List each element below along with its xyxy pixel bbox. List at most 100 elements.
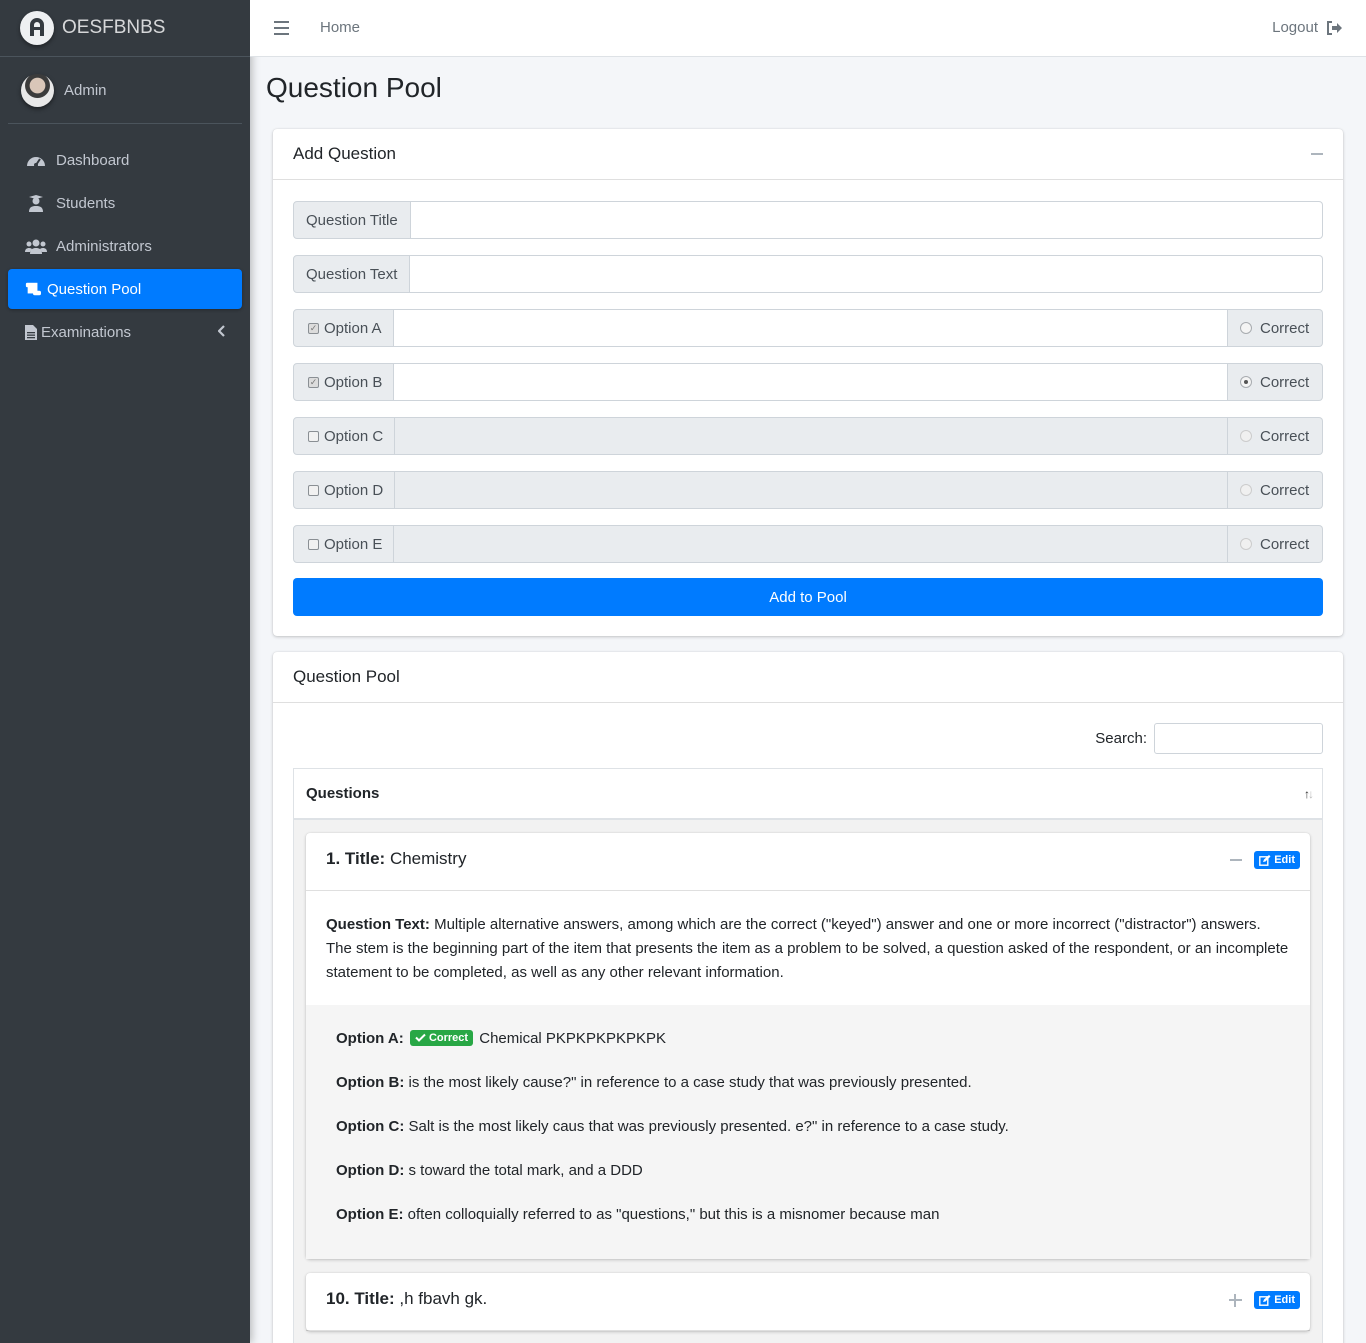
option-b-input[interactable] [394, 363, 1228, 401]
option-text: Salt is the most likely caus that was pr… [408, 1118, 1009, 1135]
option-c-prefix: Option C [293, 417, 396, 455]
option-e-group: Option E Correct [293, 525, 1323, 563]
option-label: Option A: [336, 1030, 404, 1047]
option-text: often colloquially referred to as "quest… [407, 1206, 940, 1223]
correct-label: Correct [1260, 535, 1310, 553]
question-title: ,h fbavh gk. [399, 1289, 488, 1308]
option-e-correct-radio[interactable] [1240, 538, 1252, 550]
option-a-input[interactable] [393, 309, 1228, 347]
user-graduate-icon [25, 194, 47, 212]
option-d-group: Option D Correct [293, 471, 1323, 509]
option-e-input[interactable] [394, 525, 1228, 563]
chevron-left-icon [217, 324, 226, 341]
option-d-input[interactable] [395, 471, 1228, 509]
logout-label: Logout [1272, 19, 1318, 36]
option-row: Option B: is the most likely cause?" in … [336, 1073, 1280, 1117]
sidebar-item-examinations[interactable]: Examinations [8, 312, 242, 352]
option-c-input[interactable] [395, 417, 1228, 455]
logout-link[interactable]: Logout [1272, 19, 1342, 36]
plus-icon[interactable] [1229, 1293, 1243, 1307]
option-label: Option E: [336, 1206, 404, 1223]
sidebar-item-dashboard[interactable]: Dashboard [8, 140, 242, 180]
option-c-group: Option C Correct [293, 417, 1323, 455]
sidebar-item-administrators[interactable]: Administrators [8, 226, 242, 266]
edit-icon [1259, 1294, 1271, 1306]
option-c-label: Option C [324, 427, 384, 445]
question-header: 1. Title: Chemistry Edit [306, 833, 1310, 891]
edit-label: Edit [1274, 1294, 1295, 1306]
question-text-label: Question Text: [326, 916, 430, 933]
sidebar-item-label: Question Pool [47, 280, 142, 298]
edit-button[interactable]: Edit [1254, 1291, 1300, 1309]
correct-label: Correct [1260, 373, 1310, 391]
question-text-input[interactable] [410, 255, 1323, 293]
option-d-checkbox[interactable] [308, 484, 319, 496]
tachometer-icon [25, 151, 47, 169]
minus-icon[interactable] [1230, 859, 1243, 861]
hamburger-menu-icon[interactable] [274, 21, 289, 39]
option-e-correct[interactable]: Correct [1228, 525, 1323, 563]
option-row: Option E: often colloquially referred to… [336, 1205, 1280, 1249]
minus-icon[interactable] [1311, 153, 1323, 155]
question-number-title: 10. Title: [326, 1289, 395, 1308]
brand[interactable]: OESFBNBS [0, 0, 250, 57]
sidebar-item-label: Dashboard [56, 151, 130, 169]
option-b-correct[interactable]: Correct [1228, 363, 1323, 401]
option-d-correct[interactable]: Correct [1228, 471, 1323, 509]
sidebar-item-question-pool[interactable]: Question Pool [8, 269, 242, 309]
sidebar-nav: Dashboard Students Administrators Questi… [0, 124, 250, 352]
question-title-group: Question Title [293, 201, 1323, 239]
option-row: Option A: Correct Chemical PKPKPKPKPKPK [336, 1029, 1280, 1073]
sign-out-icon [1327, 20, 1342, 35]
sort-icon[interactable]: ↑↓ [1304, 787, 1314, 801]
option-d-correct-radio[interactable] [1240, 484, 1252, 496]
option-c-correct[interactable]: Correct [1228, 417, 1323, 455]
option-label: Option C: [336, 1118, 405, 1135]
option-c-correct-radio[interactable] [1240, 430, 1252, 442]
card-header: Question Pool [273, 652, 1343, 703]
user-name: Admin [64, 81, 107, 99]
option-text: s toward the total mark, and a DDD [408, 1162, 643, 1179]
file-icon [25, 323, 37, 341]
option-a-group: ✓ Option A Correct [293, 309, 1323, 347]
option-b-correct-radio[interactable] [1240, 376, 1252, 388]
sidebar: OESFBNBS Admin Dashboard Students Admini… [0, 0, 250, 1343]
edit-label: Edit [1274, 854, 1295, 866]
correct-badge-label: Correct [428, 1031, 469, 1044]
option-a-checkbox[interactable]: ✓ [308, 322, 319, 334]
card-title: Add Question [293, 144, 397, 163]
questions-column-header[interactable]: Questions ↑↓ [294, 769, 1322, 820]
sidebar-item-label: Students [56, 194, 116, 212]
card-header: Add Question [273, 129, 1343, 180]
home-link[interactable]: Home [320, 19, 360, 36]
option-b-checkbox[interactable]: ✓ [308, 376, 319, 388]
edit-button[interactable]: Edit [1254, 851, 1300, 869]
avatar [21, 73, 54, 107]
questions-table: Questions ↑↓ 1. Title: Chemistry Edit Qu… [293, 768, 1323, 1343]
option-row: Option C: Salt is the most likely caus t… [336, 1117, 1280, 1161]
brand-name: OESFBNBS [62, 17, 166, 38]
option-e-prefix: Option E [293, 525, 395, 563]
option-b-group: ✓ Option B Correct [293, 363, 1323, 401]
option-a-correct[interactable]: Correct [1228, 309, 1323, 347]
question-title-input[interactable] [410, 201, 1323, 239]
option-d-label: Option D [324, 481, 384, 499]
column-label: Questions [306, 785, 380, 802]
option-a-correct-radio[interactable] [1240, 322, 1252, 334]
sidebar-item-students[interactable]: Students [8, 183, 242, 223]
sidebar-item-label: Examinations [41, 323, 132, 341]
question-tools: Edit [1230, 851, 1300, 869]
option-b-label: Option B [324, 373, 383, 391]
question-tools: Edit [1229, 1291, 1300, 1309]
option-a-prefix: ✓ Option A [293, 309, 394, 347]
question-text-label: Question Text [293, 255, 411, 293]
option-d-prefix: Option D [293, 471, 396, 509]
brand-logo-icon [20, 11, 54, 45]
sidebar-item-label: Administrators [56, 237, 152, 255]
card-title: Question Pool [293, 667, 400, 686]
user-panel[interactable]: Admin [8, 57, 242, 124]
add-to-pool-button[interactable]: Add to Pool [293, 578, 1323, 616]
search-input[interactable] [1154, 723, 1323, 754]
option-c-checkbox[interactable] [308, 430, 319, 442]
option-e-checkbox[interactable] [308, 538, 319, 550]
